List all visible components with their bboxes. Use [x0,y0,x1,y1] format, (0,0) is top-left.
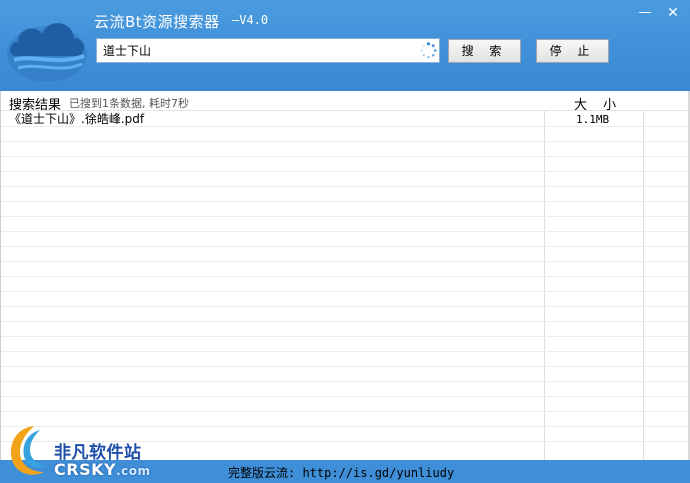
empty-row [1,397,690,412]
footer-link[interactable]: 完整版云流: http://is.gd/yunliudy [228,464,454,481]
empty-row [1,307,690,322]
empty-row [1,172,690,187]
empty-row [1,187,690,202]
app-version: —V4.0 [232,13,269,27]
empty-row [1,367,690,382]
table-header: 搜索结果 已搜到1条数据, 耗时7秒 大 小 [1,91,690,113]
empty-row [1,232,690,247]
empty-row [1,127,690,142]
watermark-brand: CRSKY [54,460,117,479]
empty-row [1,337,690,352]
empty-row [1,352,690,367]
empty-row [1,217,690,232]
results-table: 搜索结果 已搜到1条数据, 耗时7秒 大 小 《道士下山》.徐皓峰.pdf 1.… [0,91,690,460]
minimize-icon[interactable]: — [634,4,656,22]
search-status: 已搜到1条数据, 耗时7秒 [69,97,189,110]
results-rows: 《道士下山》.徐皓峰.pdf 1.1MB [1,112,690,442]
empty-row [1,157,690,172]
column-header-size[interactable]: 大 小 [574,94,622,113]
empty-row [1,277,690,292]
column-header-name[interactable]: 搜索结果 [9,94,61,113]
empty-row [1,292,690,307]
search-input[interactable] [96,38,440,63]
empty-row [1,247,690,262]
result-size: 1.1MB [576,113,610,126]
watermark-domain: .com [116,464,151,478]
search-button[interactable]: 搜 索 [448,39,521,63]
empty-row [1,322,690,337]
watermark: 非凡软件站 CRSKY.com [0,420,170,483]
close-icon[interactable]: ✕ [662,4,684,22]
crsky-logo-icon [10,426,46,475]
table-row[interactable]: 《道士下山》.徐皓峰.pdf 1.1MB [1,112,690,127]
result-name[interactable]: 《道士下山》.徐皓峰.pdf [9,112,144,127]
cloud-logo-icon [7,23,87,82]
empty-row [1,382,690,397]
empty-row [1,202,690,217]
watermark-en: CRSKY.com [54,460,151,479]
loading-spinner-icon [420,42,437,59]
empty-row [1,262,690,277]
stop-button[interactable]: 停 止 [536,39,609,63]
app-title: 云流Bt资源搜索器 [94,13,220,31]
empty-row [1,142,690,157]
title-bar: 云流Bt资源搜索器 —V4.0 — ✕ 搜 索 停 止 [0,0,690,91]
